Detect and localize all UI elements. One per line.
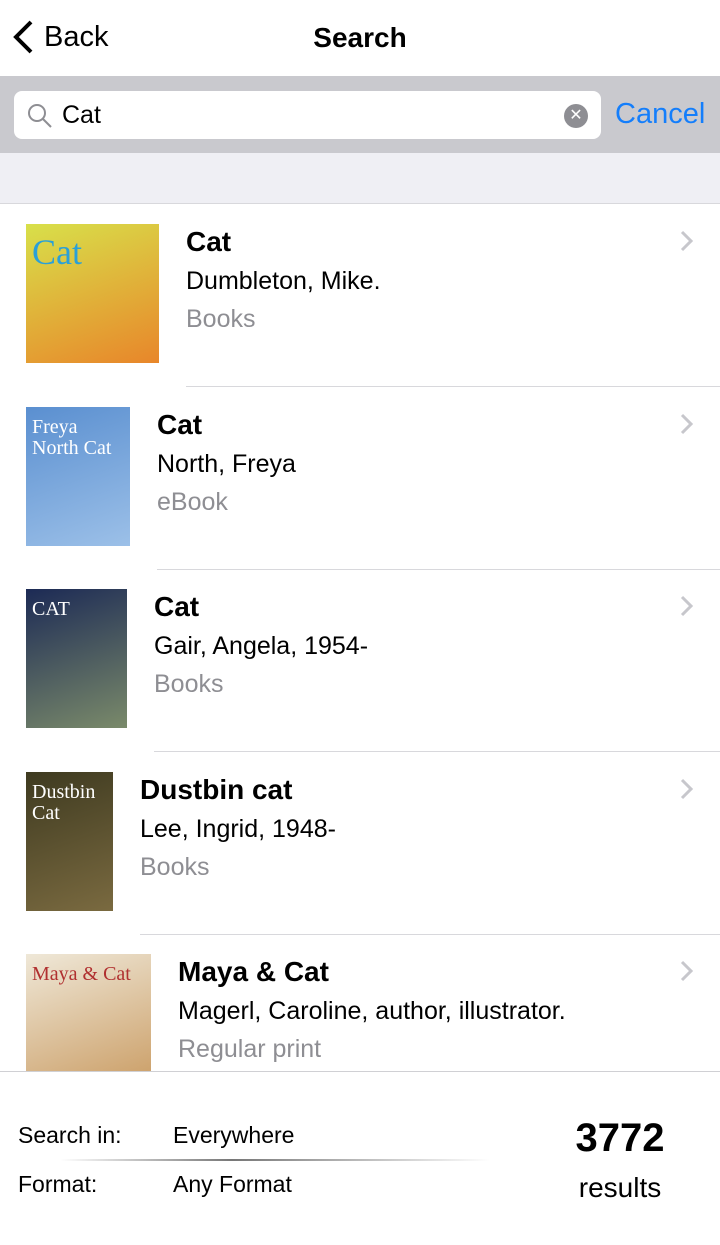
result-format: Books	[140, 852, 210, 881]
result-title: Cat	[157, 408, 203, 440]
result-format: eBook	[157, 487, 228, 516]
result-title: Dustbin cat	[140, 773, 293, 805]
result-text: Cat Gair, Angela, 1954- Books	[154, 589, 368, 699]
page-title: Search	[313, 22, 407, 53]
result-row[interactable]: CAT Cat Gair, Angela, 1954- Books	[0, 569, 720, 752]
cover-title: CAT	[32, 598, 70, 620]
chevron-right-icon	[680, 778, 694, 799]
result-text: Cat North, Freya eBook	[157, 407, 296, 517]
format-value[interactable]: Any Format	[173, 1171, 292, 1198]
result-text: Cat Dumbleton, Mike. Books	[186, 224, 381, 334]
clear-search-icon[interactable]: ✕	[564, 104, 588, 128]
format-label: Format:	[18, 1171, 98, 1197]
chevron-right-icon	[680, 230, 694, 252]
chevron-right-icon	[680, 413, 694, 434]
book-cover-image: Freya North Cat	[26, 406, 130, 546]
cover-title: Freya North Cat	[32, 415, 112, 459]
search-input[interactable]	[62, 91, 542, 139]
result-row[interactable]: Dustbin Cat Dustbin cat Lee, Ingrid, 194…	[0, 752, 720, 935]
results-list[interactable]: Cat Cat Dumbleton, Mike. Books Freya Nor…	[0, 204, 720, 1071]
search-icon	[28, 104, 52, 128]
search-in-value[interactable]: Everywhere	[173, 1122, 294, 1149]
book-cover-image: CAT	[26, 589, 127, 728]
result-count-label: results	[578, 1172, 662, 1203]
result-count: 3772	[575, 1116, 665, 1160]
navigation-bar: Back Search	[0, 0, 720, 76]
section-spacer	[0, 153, 720, 204]
result-title: Maya & Cat	[178, 956, 329, 987]
book-cover-image: Dustbin Cat	[26, 771, 113, 911]
search-footer: Search in: Everywhere Format: Any Format…	[0, 1071, 720, 1245]
result-format: Books	[154, 670, 224, 698]
result-text: Maya & Cat Magerl, Caroline, author, ill…	[178, 954, 566, 1064]
result-author: Gair, Angela, 1954-	[154, 632, 369, 660]
result-row[interactable]: Maya & Cat Maya & Cat Magerl, Caroline, …	[0, 934, 720, 1071]
result-format: Regular print	[178, 1035, 322, 1063]
cancel-button[interactable]: Cancel	[615, 98, 705, 131]
result-format: Books	[186, 305, 256, 333]
result-title: Cat	[154, 591, 200, 622]
result-row[interactable]: Cat Cat Dumbleton, Mike. Books	[0, 204, 720, 387]
divider	[60, 1159, 490, 1161]
chevron-right-icon	[680, 960, 694, 982]
cover-title: Dustbin Cat	[32, 780, 96, 824]
result-author: Lee, Ingrid, 1948-	[140, 814, 336, 843]
result-title: Cat	[186, 226, 232, 257]
chevron-right-icon	[680, 595, 694, 617]
cover-title: Cat	[32, 232, 82, 272]
cover-title: Maya & Cat	[32, 963, 131, 985]
result-text: Dustbin cat Lee, Ingrid, 1948- Books	[140, 772, 336, 882]
search-bar: ✕ Cancel	[0, 76, 720, 153]
result-author: Dumbleton, Mike.	[186, 267, 381, 295]
search-field: ✕	[14, 91, 601, 139]
book-cover-image: Maya & Cat	[26, 954, 151, 1071]
search-in-label: Search in:	[18, 1122, 122, 1148]
result-row[interactable]: Freya North Cat Cat North, Freya eBook	[0, 387, 720, 570]
result-author: Magerl, Caroline, author, illustrator.	[178, 997, 566, 1025]
book-cover-image: Cat	[26, 224, 159, 363]
result-author: North, Freya	[157, 449, 296, 478]
